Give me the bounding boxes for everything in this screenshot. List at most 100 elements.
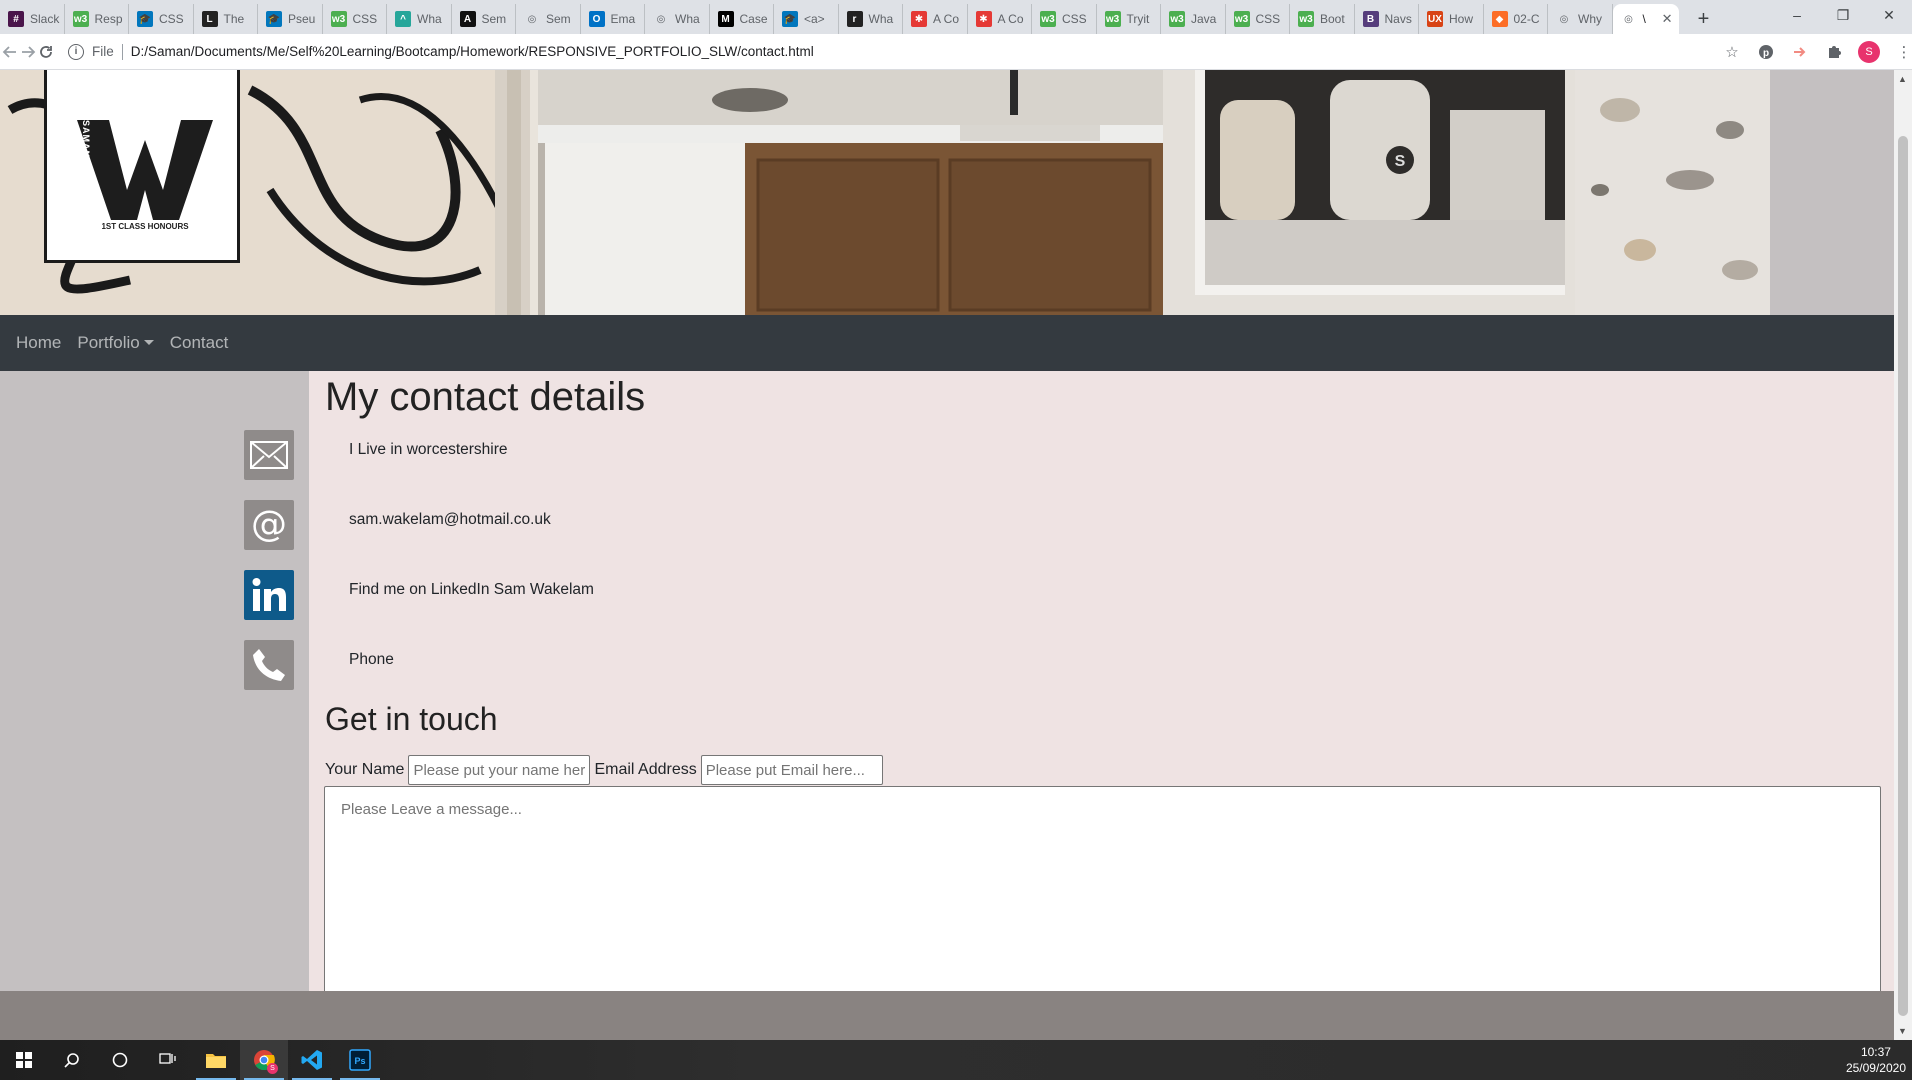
- browser-tab[interactable]: w3 Tryit: [1097, 4, 1161, 34]
- nav-contact-link[interactable]: Contact: [170, 333, 229, 353]
- browser-tab[interactable]: ◎ Sem: [516, 4, 581, 34]
- browser-tab[interactable]: w3 Resp: [65, 4, 129, 34]
- search-button[interactable]: [48, 1040, 96, 1080]
- svg-text:p: p: [1763, 48, 1769, 59]
- browser-tab[interactable]: r Wha: [839, 4, 903, 34]
- address-bar[interactable]: i File D:/Saman/Documents/Me/Self%20Lear…: [62, 37, 1682, 66]
- linkedin-icon[interactable]: [244, 570, 294, 620]
- tab-label: CSS: [1062, 12, 1087, 26]
- email-text[interactable]: sam.wakelam@hotmail.co.uk: [349, 511, 551, 529]
- system-clock[interactable]: 10:37 25/09/2020: [1846, 1044, 1906, 1076]
- scrollbar-thumb[interactable]: [1898, 136, 1908, 1016]
- browser-tab[interactable]: # Slack: [0, 4, 65, 34]
- windows-taskbar: S Ps 10:37 25/09/2020: [0, 1040, 1912, 1080]
- url-text[interactable]: D:/Saman/Documents/Me/Self%20Learning/Bo…: [131, 44, 814, 59]
- arrow-left-icon: [2, 45, 16, 58]
- nav-portfolio-label: Portfolio: [77, 333, 140, 352]
- clock-date: 25/09/2020: [1845, 1061, 1906, 1075]
- info-icon[interactable]: i: [68, 43, 84, 60]
- message-textarea[interactable]: [324, 786, 1881, 991]
- email-input[interactable]: [700, 755, 883, 785]
- letter-l-icon: L: [201, 11, 218, 27]
- share-extension-icon[interactable]: [1790, 42, 1810, 62]
- folder-icon: [206, 1054, 226, 1068]
- windows-logo-icon: [16, 1052, 32, 1068]
- close-window-button[interactable]: ✕: [1866, 0, 1912, 30]
- browser-tab[interactable]: B Navs: [1355, 4, 1419, 34]
- page-scrollbar[interactable]: ▲ ▼: [1894, 70, 1912, 1040]
- tab-label: Sem: [546, 12, 571, 26]
- browser-tab[interactable]: L The: [194, 4, 258, 34]
- tab-label: Java: [1191, 12, 1217, 26]
- cortana-button[interactable]: [96, 1040, 144, 1080]
- scroll-down-arrow-icon[interactable]: ▼: [1898, 1026, 1907, 1036]
- svg-text:Ps: Ps: [354, 1056, 365, 1066]
- w3schools-icon: w3: [1104, 11, 1121, 27]
- close-tab-icon[interactable]: ✕: [1662, 11, 1673, 27]
- photoshop-icon: Ps: [349, 1049, 371, 1071]
- browser-tab[interactable]: A Sem: [452, 4, 516, 34]
- browser-tab[interactable]: O Ema: [581, 4, 645, 34]
- tab-label: Case: [739, 12, 768, 26]
- asterisk-icon: ✱: [975, 11, 992, 27]
- file-explorer-button[interactable]: [192, 1040, 240, 1080]
- browser-tab[interactable]: M Case: [710, 4, 774, 34]
- reload-button[interactable]: [38, 38, 54, 66]
- tab-label: 02-C: [1513, 12, 1540, 26]
- browser-tab[interactable]: 🎓 <a>: [774, 4, 839, 34]
- browser-tab[interactable]: 🎓 CSS: [129, 4, 194, 34]
- contact-main-section: My contact details I Live in worcestersh…: [309, 371, 1894, 991]
- task-view-button[interactable]: [144, 1040, 192, 1080]
- tab-label: Wha: [675, 12, 700, 26]
- browser-tab[interactable]: ◎ Why: [1548, 4, 1613, 34]
- logo-vertical-text: SAMANTHA: [81, 120, 91, 180]
- w3schools-icon: w3: [72, 11, 89, 27]
- browser-tab[interactable]: ✱ A Co: [968, 4, 1032, 34]
- vscode-taskbar-button[interactable]: [288, 1040, 336, 1080]
- scroll-up-arrow-icon[interactable]: ▲: [1898, 74, 1907, 84]
- globe-icon: ◎: [527, 13, 537, 25]
- name-input[interactable]: [408, 755, 591, 785]
- browser-tab[interactable]: ✱ A Co: [903, 4, 968, 34]
- site-logo[interactable]: SAMANTHA 1ST CLASS HONOURS: [44, 70, 240, 263]
- browser-tab[interactable]: w3 Boot: [1290, 4, 1355, 34]
- minimize-button[interactable]: –: [1774, 0, 1820, 30]
- bookmark-star-icon[interactable]: ☆: [1722, 42, 1742, 62]
- left-sidebar: @: [0, 371, 309, 991]
- pinterest-extension-icon[interactable]: p: [1756, 42, 1776, 62]
- slack-icon: #: [8, 11, 24, 27]
- photoshop-taskbar-button[interactable]: Ps: [336, 1040, 384, 1080]
- ux-icon: UX: [1427, 11, 1443, 27]
- form-heading: Get in touch: [325, 701, 498, 737]
- menu-kebab-icon[interactable]: ⋮: [1894, 42, 1912, 62]
- nav-home-link[interactable]: Home: [16, 333, 61, 353]
- w3schools-icon: w3: [1233, 11, 1250, 27]
- browser-tab[interactable]: 🎓 Pseu: [258, 4, 323, 34]
- tab-label: \: [1642, 12, 1646, 26]
- browser-tab[interactable]: UX How: [1419, 4, 1484, 34]
- start-button[interactable]: [0, 1040, 48, 1080]
- restore-button[interactable]: ❐: [1820, 0, 1866, 30]
- name-label: Your Name: [325, 761, 405, 778]
- nav-portfolio-dropdown[interactable]: Portfolio: [77, 333, 154, 353]
- browser-tab[interactable]: w3 CSS: [1226, 4, 1290, 34]
- w3schools-icon: w3: [330, 11, 347, 27]
- tab-label: Boot: [1320, 12, 1345, 26]
- browser-tab[interactable]: w3 Java: [1161, 4, 1226, 34]
- profile-avatar[interactable]: S: [1858, 40, 1880, 63]
- extensions-puzzle-icon[interactable]: [1824, 42, 1844, 62]
- tab-label: Slack: [30, 12, 60, 26]
- new-tab-button[interactable]: +: [1687, 4, 1721, 34]
- browser-tab[interactable]: w3 CSS: [1032, 4, 1097, 34]
- w3schools-icon: w3: [1298, 11, 1314, 27]
- tab-label: Ema: [610, 12, 636, 26]
- browser-tab[interactable]: ◎ Wha: [645, 4, 710, 34]
- browser-tab[interactable]: ◆ 02-C: [1484, 4, 1548, 34]
- forward-button[interactable]: [20, 38, 36, 66]
- browser-tab[interactable]: ^ Wha: [387, 4, 452, 34]
- back-button[interactable]: [2, 38, 18, 66]
- browser-tab-active[interactable]: ◎ \ ✕: [1612, 4, 1679, 34]
- linkedin-text[interactable]: Find me on LinkedIn Sam Wakelam: [349, 581, 594, 599]
- browser-tab[interactable]: w3 CSS: [323, 4, 387, 34]
- chrome-taskbar-button[interactable]: S: [240, 1040, 288, 1080]
